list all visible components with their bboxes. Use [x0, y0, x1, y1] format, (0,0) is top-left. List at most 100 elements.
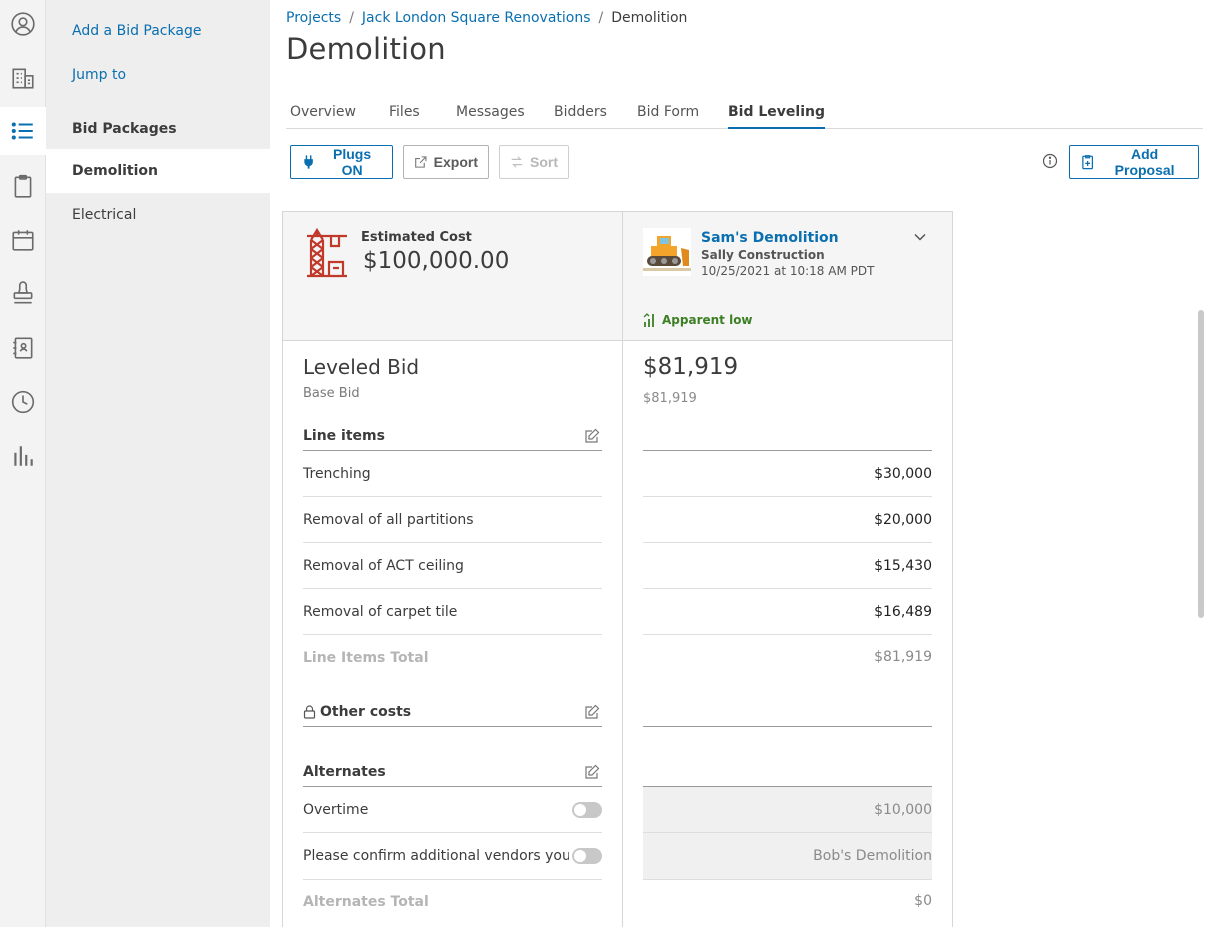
page-title: Demolition — [286, 32, 446, 66]
line-items-header: Line items — [303, 421, 602, 451]
subnav-item-electrical[interactable]: Electrical — [46, 193, 270, 237]
alternates-total-value: $0 — [914, 893, 932, 909]
rail-history[interactable] — [0, 378, 46, 426]
plugs-toggle-button[interactable]: Plugs ON — [290, 145, 393, 179]
additional-vendors-toggle[interactable] — [572, 848, 602, 864]
line-item-value: $30,000 — [874, 465, 932, 482]
user-circle-icon — [11, 12, 35, 36]
alternate-label: Please confirm additional vendors you ..… — [303, 848, 569, 864]
tab-bar: Overview Files Messages Bidders Bid Form… — [286, 95, 1203, 129]
other-costs-header: Other costs — [303, 697, 602, 727]
sort-icon — [511, 156, 523, 168]
bid-package-nav: Add a Bid Package Jump to Bid Packages D… — [46, 0, 270, 927]
rail-contacts[interactable] — [0, 324, 46, 372]
add-proposal-label: Add Proposal — [1114, 146, 1175, 178]
signal-bars-icon — [643, 313, 654, 327]
line-items-total-value: $81,919 — [874, 649, 932, 665]
subnav-item-demolition[interactable]: Demolition — [46, 149, 270, 193]
tab-messages[interactable]: Messages — [456, 104, 525, 127]
line-item-label: Removal of carpet tile — [303, 603, 458, 620]
apparent-low-label: Apparent low — [662, 313, 753, 327]
base-bid-value: $81,919 — [643, 391, 697, 406]
rail-clipboard[interactable] — [0, 162, 46, 210]
add-proposal-button[interactable]: Add Proposal — [1069, 145, 1199, 179]
rail-reports[interactable] — [0, 432, 46, 480]
info-icon[interactable] — [1042, 153, 1058, 169]
column-divider — [622, 212, 623, 927]
list-icon — [11, 122, 33, 140]
bidder-name-link[interactable]: Sam's Demolition — [701, 230, 839, 246]
breadcrumb-projects[interactable]: Projects — [286, 10, 341, 26]
line-item-label: Removal of ACT ceiling — [303, 557, 464, 574]
vertical-scrollbar[interactable] — [1198, 310, 1204, 618]
rail-companies[interactable] — [0, 54, 46, 102]
alternate-value: Bob's Demolition — [813, 848, 932, 864]
edit-icon[interactable] — [584, 428, 600, 444]
breadcrumb-separator: / — [349, 10, 354, 26]
apparent-low-badge: Apparent low — [643, 312, 753, 328]
stamp-icon — [13, 281, 33, 304]
app-icon-rail — [0, 0, 46, 927]
crane-icon — [307, 227, 347, 278]
rail-bid-packages[interactable] — [0, 107, 46, 155]
tab-bid-leveling[interactable]: Bid Leveling — [728, 104, 825, 129]
alternates-heading: Alternates — [303, 763, 386, 780]
clipboard-icon — [14, 174, 32, 198]
breadcrumb-separator: / — [598, 10, 604, 26]
alternate-label: Overtime — [303, 801, 369, 818]
line-item-value: $15,430 — [874, 557, 932, 574]
add-bid-package-link[interactable]: Add a Bid Package — [46, 9, 270, 53]
alternate-row: Please confirm additional vendors you ..… — [303, 833, 602, 880]
other-costs-heading: Other costs — [320, 703, 412, 720]
breadcrumb-project[interactable]: Jack London Square Renovations — [362, 10, 591, 26]
alternates-total-label: Alternates Total — [303, 894, 429, 910]
line-item-label: Removal of all partitions — [303, 511, 474, 528]
lock-icon — [303, 704, 316, 719]
jump-to-link[interactable]: Jump to — [46, 53, 270, 97]
alternate-value: $10,000 — [874, 801, 932, 818]
export-button[interactable]: Export — [403, 145, 489, 179]
line-items-heading: Line items — [303, 427, 385, 444]
alternate-row: Overtime — [303, 787, 602, 833]
overtime-toggle[interactable] — [572, 802, 602, 818]
bid-leveling-header: Estimated Cost $100,000.00 Sam's Demolit… — [283, 212, 952, 341]
tab-files[interactable]: Files — [389, 104, 420, 127]
edit-icon[interactable] — [584, 704, 600, 720]
line-item-row: Trenching — [303, 451, 602, 497]
tab-bidders[interactable]: Bidders — [554, 104, 607, 127]
bidder-company: Sally Construction — [701, 248, 825, 262]
chevron-down-icon[interactable] — [913, 230, 927, 244]
bidder-submitted-date: 10/25/2021 at 10:18 AM PDT — [701, 264, 875, 278]
line-item-value-row: $30,000 — [643, 451, 932, 497]
export-label: Export — [433, 154, 478, 170]
edit-icon[interactable] — [584, 764, 600, 780]
rail-calendar[interactable] — [0, 216, 46, 264]
plugs-label: Plugs ON — [333, 146, 372, 178]
line-item-row: Removal of carpet tile — [303, 589, 602, 635]
tab-overview[interactable]: Overview — [290, 104, 356, 127]
line-item-label: Trenching — [303, 465, 371, 482]
line-item-value: $16,489 — [874, 603, 932, 620]
sort-label: Sort — [530, 154, 558, 170]
sort-button[interactable]: Sort — [499, 145, 569, 179]
rail-stamp[interactable] — [0, 270, 46, 318]
tab-bid-form[interactable]: Bid Form — [637, 104, 699, 127]
divider — [643, 726, 932, 727]
clock-icon — [11, 390, 35, 414]
bulldozer-icon[interactable] — [643, 228, 691, 276]
building-icon — [12, 68, 34, 89]
line-item-value-row: $20,000 — [643, 497, 932, 543]
calendar-icon — [12, 230, 34, 251]
alternate-value-row: Bob's Demolition — [643, 833, 932, 880]
alternates-header: Alternates — [303, 757, 602, 787]
plug-icon — [304, 155, 313, 169]
bar-chart-icon — [14, 446, 33, 466]
line-items-total-label: Line Items Total — [303, 650, 429, 666]
rail-profile[interactable] — [0, 0, 46, 48]
alternate-value-row: $10,000 — [643, 787, 932, 833]
line-item-row: Removal of ACT ceiling — [303, 543, 602, 589]
breadcrumb-current: Demolition — [611, 10, 688, 26]
estimated-cost-label: Estimated Cost — [361, 230, 472, 245]
bid-leveling-table: Estimated Cost $100,000.00 Sam's Demolit… — [282, 211, 953, 927]
leveled-bid-title: Leveled Bid — [303, 355, 420, 379]
